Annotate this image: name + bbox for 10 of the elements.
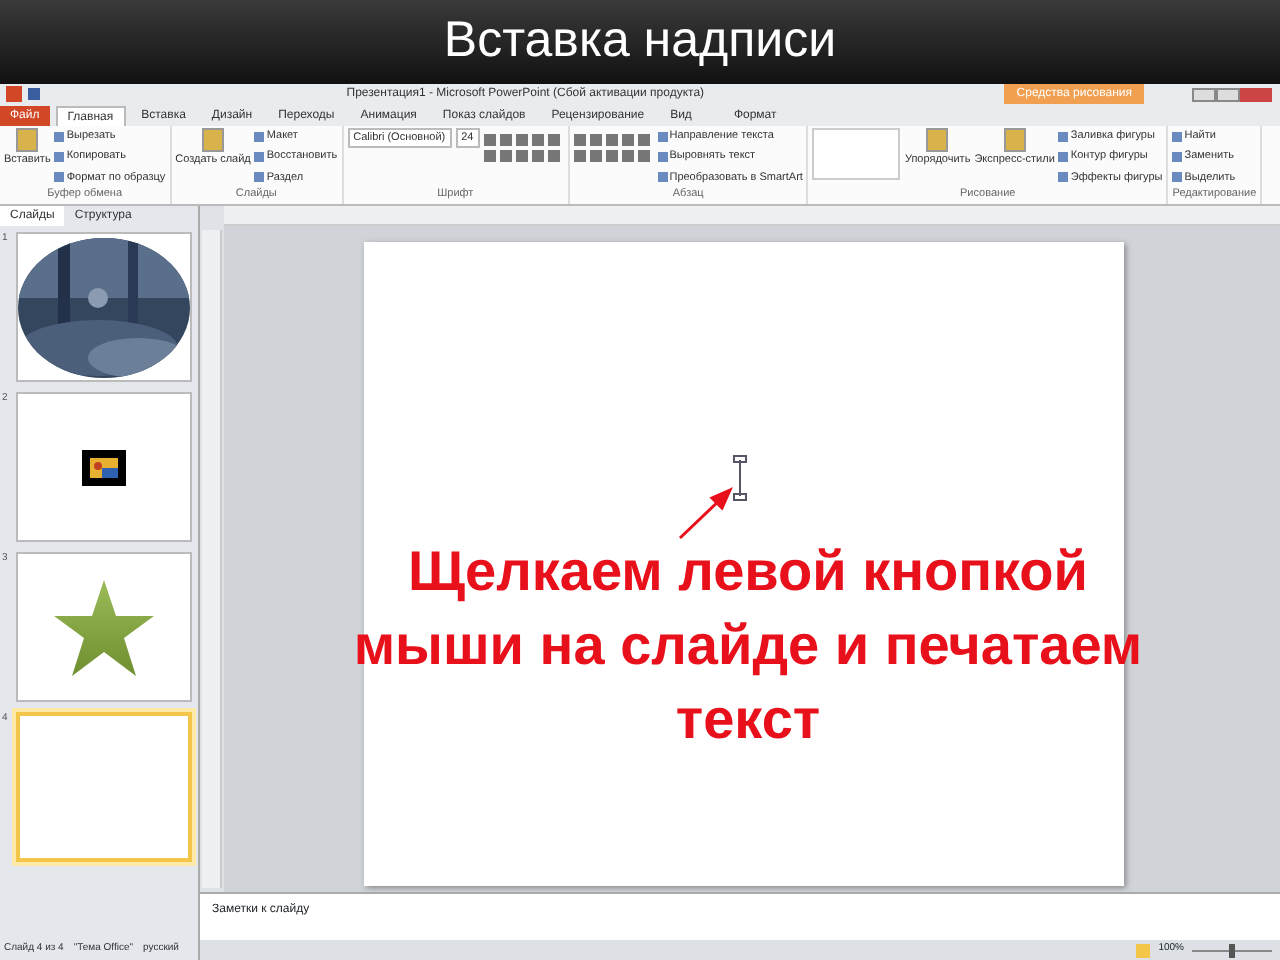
slide-thumbnail[interactable] bbox=[16, 712, 192, 862]
minimize-button[interactable] bbox=[1192, 87, 1216, 101]
app-icon bbox=[6, 86, 22, 102]
star-shape bbox=[54, 579, 154, 675]
slide-title: Вставка надписи bbox=[443, 10, 837, 73]
close-button[interactable] bbox=[1240, 87, 1272, 101]
slide-thumbnail[interactable] bbox=[16, 392, 192, 542]
caption-text: Щелкаем левой кнопкой мыши на слайде и печатаем текст bbox=[351, 538, 1145, 754]
slide-thumbnail[interactable] bbox=[16, 552, 192, 702]
maximize-button[interactable] bbox=[1216, 87, 1240, 101]
